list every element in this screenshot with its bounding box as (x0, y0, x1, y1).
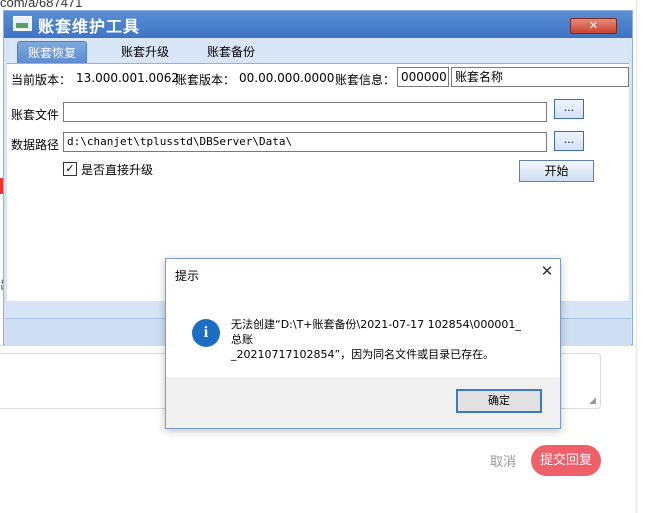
direct-upgrade-checkbox[interactable]: ✓ (63, 162, 77, 176)
titlebar[interactable]: 账套维护工具 ✕ (4, 11, 632, 38)
account-info-label: 账套信息： (335, 73, 396, 87)
dialog-message: 无法创建“D:\T+账套备份\2021-07-17 102854\000001_… (231, 317, 531, 362)
start-button[interactable]: 开始 (519, 160, 594, 182)
account-code-field[interactable]: 000000 (397, 67, 449, 87)
window-title: 账套维护工具 (38, 17, 141, 36)
submit-reply-button[interactable]: 提交回复 (531, 445, 601, 476)
direct-upgrade-label: 是否直接升级 (81, 163, 154, 177)
current-version-label: 当前版本： (11, 73, 72, 87)
browse-path-button[interactable]: ... (554, 131, 584, 151)
dialog-message-line2: _20210717102854”，因为同名文件或目录已存在。 (231, 348, 495, 361)
data-path-input[interactable]: d:\chanjet\tplusstd\DBServer\Data\ (63, 132, 547, 152)
cancel-link[interactable]: 取消 (490, 451, 516, 470)
account-version-label: 账套版本： (175, 73, 236, 87)
app-icon (13, 16, 32, 31)
dialog-close-icon[interactable]: ✕ (539, 263, 555, 279)
account-file-input[interactable] (63, 102, 547, 122)
account-version-value: 00.00.000.0000 (239, 71, 335, 85)
tab-account-upgrade[interactable]: 账套升级 (103, 41, 187, 63)
tab-account-backup[interactable]: 账套备份 (189, 41, 273, 63)
browse-file-button[interactable]: ... (554, 99, 584, 119)
dialog-message-line1: 无法创建“D:\T+账套备份\2021-07-17 102854\000001_… (231, 318, 521, 346)
dialog-footer: 确定 (166, 377, 560, 428)
url-fragment: com/a/687471 (0, 0, 83, 10)
info-icon: i (192, 319, 220, 347)
resize-handle-icon[interactable]: ◢ (589, 396, 599, 406)
window-close-button[interactable]: ✕ (570, 18, 617, 34)
alert-dialog: 提示 ✕ i 无法创建“D:\T+账套备份\2021-07-17 102854\… (165, 258, 561, 429)
account-file-label: 账套文件 (11, 108, 60, 122)
dialog-title: 提示 (175, 269, 200, 283)
data-path-label: 数据路径 (11, 138, 60, 152)
account-name-field[interactable]: 账套名称 (451, 67, 629, 87)
ok-button[interactable]: 确定 (456, 389, 542, 413)
page-divider (636, 0, 637, 513)
current-version-value: 13.000.001.0062 (76, 71, 180, 85)
tab-account-restore[interactable]: 账套恢复 (17, 41, 87, 64)
